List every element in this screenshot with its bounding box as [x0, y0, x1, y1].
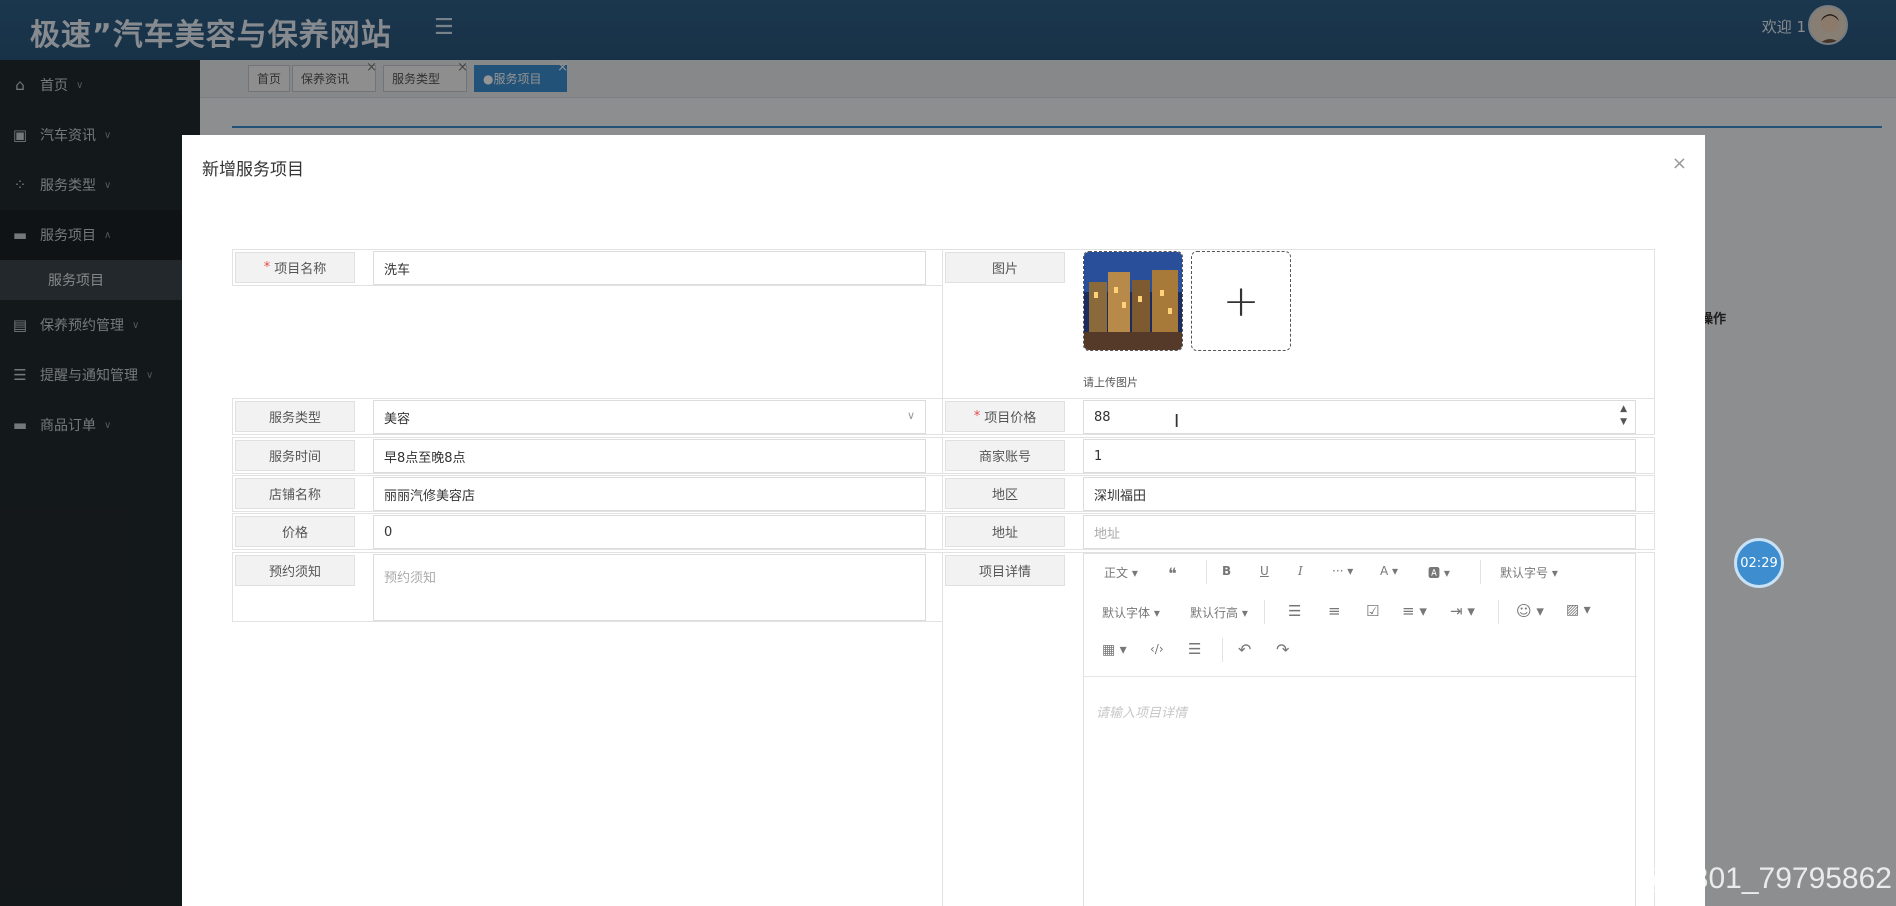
toolbar-divider [1222, 638, 1223, 662]
price-input[interactable]: 0 [373, 515, 926, 549]
service-time-label: 服务时间 [235, 440, 355, 471]
field-service-time: 服务时间 早8点至晚8点 [232, 437, 945, 474]
input-value: 88 [1094, 409, 1111, 425]
shop-name-label: 店铺名称 [235, 478, 355, 509]
underline-icon[interactable]: U [1260, 564, 1269, 578]
text-cursor-icon: I [1174, 411, 1180, 432]
required-mark: * [973, 409, 981, 424]
item-price-input[interactable]: 88 ▲ ▼ [1083, 400, 1636, 434]
add-service-modal: 新增服务项目 × * 项目名称 洗车 图片 + 请上传图片 服务类型 美容 ∨ … [182, 135, 1705, 906]
detail-label: 项目详情 [945, 555, 1065, 586]
table-insert-icon[interactable]: ▦ ▾ [1102, 642, 1127, 658]
italic-icon[interactable]: I [1298, 564, 1303, 578]
watermark: CSDN @2301_79795862 [1551, 862, 1892, 895]
field-price: 价格 0 [232, 513, 945, 550]
toolbar-divider [1498, 600, 1499, 624]
align-icon[interactable]: ≡ ▾ [1402, 602, 1427, 620]
image-label: 图片 [945, 252, 1065, 283]
field-service-type: 服务类型 美容 ∨ [232, 398, 945, 435]
close-icon[interactable]: × [1672, 153, 1687, 174]
field-name: * 项目名称 洗车 [232, 249, 945, 286]
price-label: 价格 [235, 516, 355, 547]
modal-title: 新增服务项目 [202, 160, 304, 180]
undo-icon[interactable]: ↶ [1238, 640, 1251, 659]
field-shop-name: 店铺名称 丽丽汽修美容店 [232, 475, 945, 512]
toolbar-divider [1206, 560, 1207, 584]
field-notice: 预约须知 预约须知 [232, 552, 945, 622]
rich-text-editor: 正文 ▾ ❝ B U I ··· ▾ A ▾ 🅰 ▾ 默认字号 ▾ 默认字体 ▾… [1083, 553, 1637, 906]
background-color-icon[interactable]: 🅰 ▾ [1428, 564, 1450, 581]
toolbar-divider [1264, 600, 1265, 624]
required-mark: * [263, 260, 271, 275]
shop-name-input[interactable]: 丽丽汽修美容店 [373, 477, 926, 511]
address-input[interactable]: 地址 [1083, 515, 1636, 549]
font-family-dropdown[interactable]: 默认字体 ▾ [1102, 604, 1160, 621]
emoji-icon[interactable]: ☺ ▾ [1516, 602, 1544, 620]
service-time-input[interactable]: 早8点至晚8点 [373, 439, 926, 473]
label-text: 项目价格 [984, 411, 1037, 426]
select-value: 美容 [384, 411, 411, 427]
detail-editor-placeholder[interactable]: 请输入项目详情 [1096, 702, 1187, 721]
bulleted-list-icon[interactable]: ☰ [1288, 602, 1301, 620]
notice-label: 预约须知 [235, 555, 355, 586]
indent-icon[interactable]: ⇥ ▾ [1450, 602, 1475, 620]
region-input[interactable]: 深圳福田 [1083, 477, 1636, 511]
field-image: 图片 + 请上传图片 [942, 249, 1655, 399]
todo-checkbox-icon[interactable]: ☑ [1366, 602, 1379, 620]
merchant-input[interactable]: 1 [1083, 439, 1636, 473]
divider-line-icon[interactable]: ☰ [1188, 640, 1201, 658]
merchant-label: 商家账号 [945, 440, 1065, 471]
image-insert-icon[interactable]: ▨ ▾ [1566, 602, 1591, 618]
more-format-icon[interactable]: ··· ▾ [1332, 564, 1353, 578]
code-icon[interactable]: ‹/› [1150, 642, 1164, 656]
service-type-label: 服务类型 [235, 401, 355, 432]
paragraph-format-dropdown[interactable]: 正文 ▾ [1104, 564, 1138, 581]
toolbar-separator [1084, 676, 1637, 677]
field-address: 地址 地址 [942, 513, 1655, 550]
blockquote-icon[interactable]: ❝ [1168, 564, 1177, 583]
plus-icon[interactable]: + [1191, 251, 1291, 351]
font-color-icon[interactable]: A ▾ [1380, 564, 1398, 578]
service-type-select[interactable]: 美容 ∨ [373, 400, 926, 434]
label-text: 项目名称 [274, 262, 327, 277]
bold-icon[interactable]: B [1222, 564, 1231, 578]
notice-textarea[interactable]: 预约须知 [373, 554, 926, 621]
name-input[interactable]: 洗车 [373, 251, 926, 285]
field-merchant: 商家账号 1 [942, 437, 1655, 474]
numbered-list-icon[interactable]: ≡ [1328, 602, 1341, 620]
uploaded-image-thumbnail[interactable] [1083, 251, 1183, 351]
font-size-dropdown[interactable]: 默认字号 ▾ [1500, 564, 1558, 581]
field-region: 地区 深圳福田 [942, 475, 1655, 512]
timer-badge[interactable]: 02:29 [1734, 538, 1784, 588]
number-stepper[interactable]: ▲ ▼ [1620, 403, 1627, 429]
name-label: * 项目名称 [235, 252, 355, 283]
region-label: 地区 [945, 478, 1065, 509]
redo-icon[interactable]: ↷ [1276, 640, 1289, 659]
field-detail: 项目详情 正文 ▾ ❝ B U I ··· ▾ A ▾ 🅰 ▾ 默认字号 ▾ 默… [942, 552, 1655, 906]
chevron-down-icon: ∨ [906, 409, 915, 422]
field-item-price: * 项目价格 88 ▲ ▼ [942, 398, 1655, 435]
toolbar-divider [1480, 560, 1481, 584]
item-price-label: * 项目价格 [945, 401, 1065, 432]
line-height-dropdown[interactable]: 默认行高 ▾ [1190, 604, 1248, 621]
image-hint: 请上传图片 [1083, 376, 1138, 389]
address-label: 地址 [945, 516, 1065, 547]
